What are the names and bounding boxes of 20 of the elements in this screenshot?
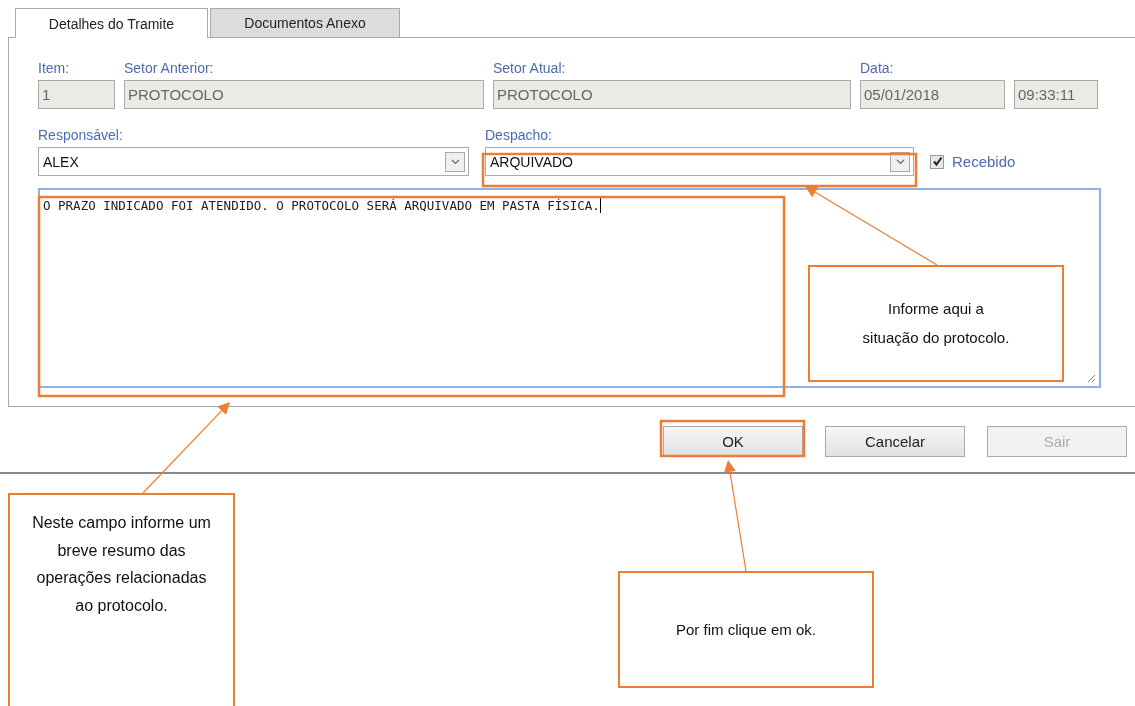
field-label: Setor Anterior:: [124, 60, 215, 76]
checkbox-label: Recebido: [952, 153, 1016, 170]
field-label: Data:: [860, 60, 895, 76]
callout-note: Neste campo informe um breve resumo das operações relacionadas ao protocolo.: [8, 493, 235, 706]
field-label: Item:: [38, 60, 71, 76]
field-label: Despacho:: [485, 127, 553, 143]
callout-note: Informe aqui a situação do protocolo.: [808, 265, 1064, 382]
dispatch-dropdown[interactable]: ARQUIVADO: [485, 147, 914, 176]
chevron-down-icon[interactable]: [445, 151, 465, 172]
chevron-down-icon[interactable]: [890, 151, 910, 172]
field-label: Setor Atual:: [493, 60, 567, 76]
tab[interactable]: Detalhes do Tramite: [15, 8, 208, 38]
resize-grip-icon[interactable]: [1087, 374, 1096, 383]
tab[interactable]: Documentos Anexo: [210, 8, 400, 37]
callout-note: Por fim clique em ok.: [618, 571, 874, 688]
responsible-dropdown[interactable]: ALEX: [38, 147, 469, 176]
dialog-button[interactable]: OK: [663, 426, 803, 457]
dialog-button[interactable]: Cancelar: [825, 426, 965, 457]
field-label: Responsável:: [38, 127, 124, 143]
checkbox[interactable]: [930, 154, 944, 169]
